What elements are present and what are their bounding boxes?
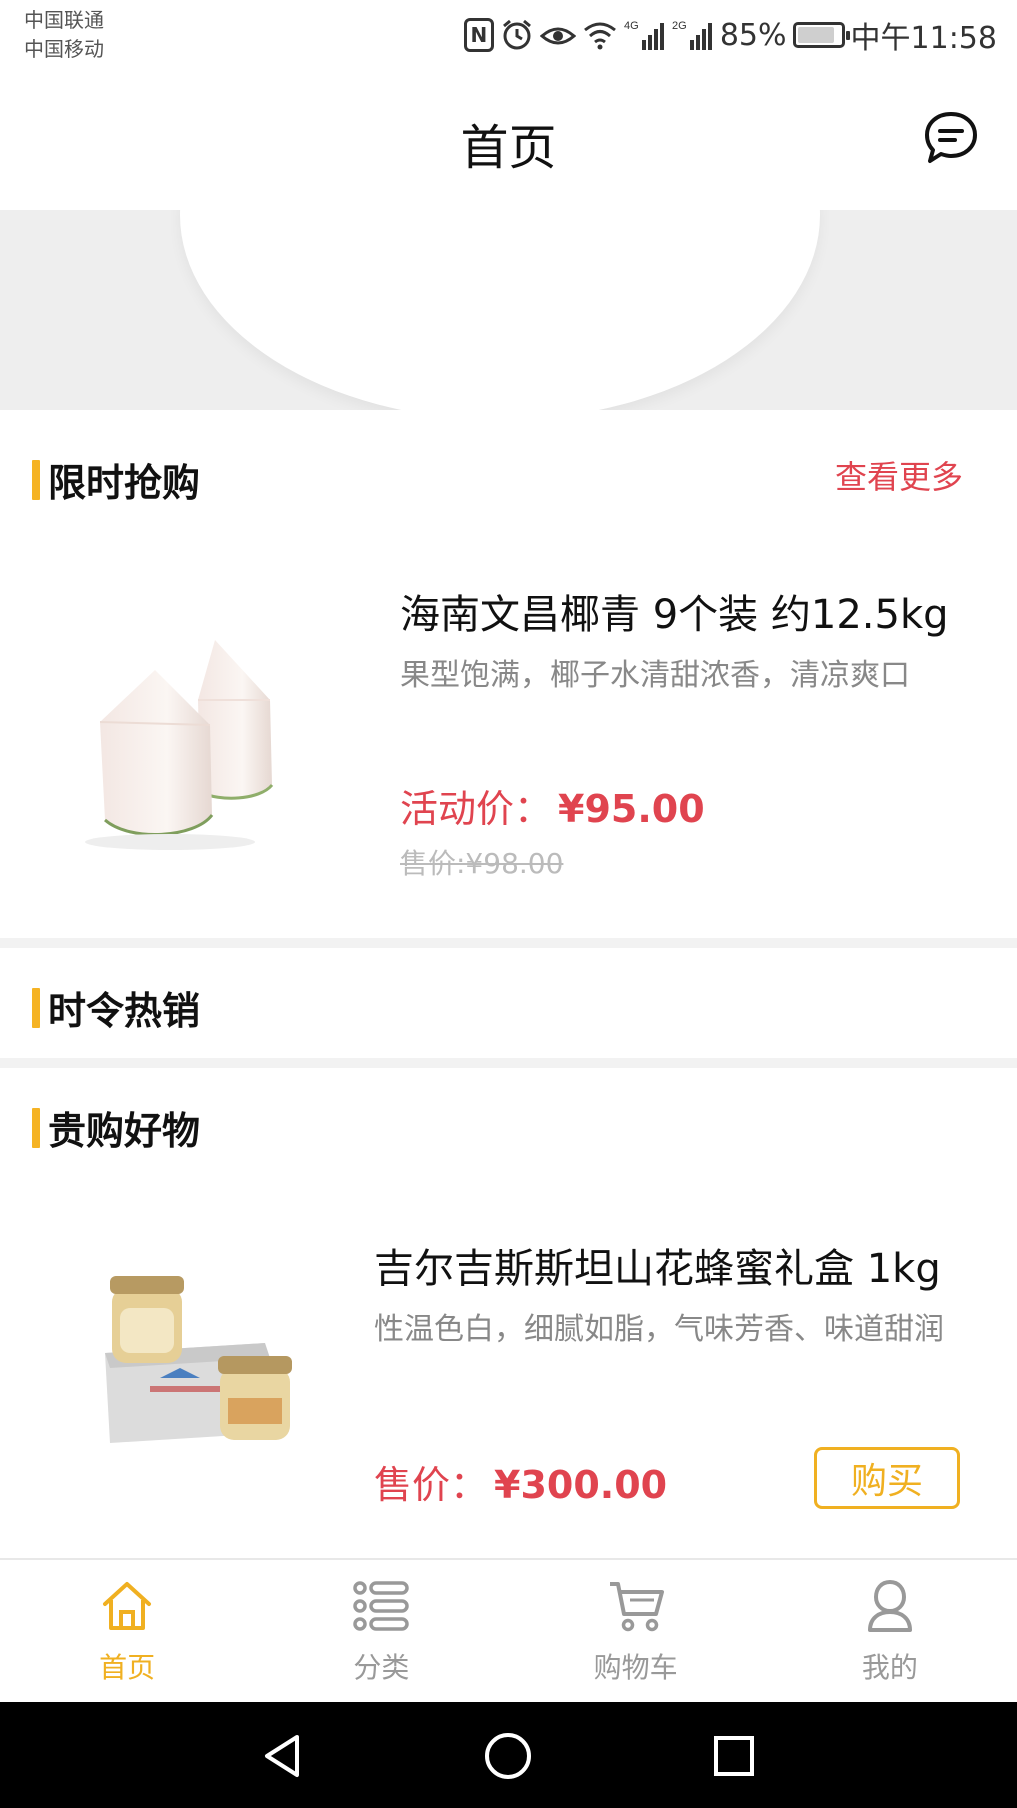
home-icon [95, 1574, 159, 1638]
status-bar: 中国联通 中国移动 N 4G 2G 85% 中午11:58 [0, 0, 1017, 70]
honey-gift-box-image [105, 1276, 292, 1443]
section-accent-bar [32, 459, 40, 500]
recents-button[interactable] [706, 1728, 762, 1784]
tab-category[interactable]: 分类 [254, 1560, 508, 1702]
original-price: 售价:¥98.00 [400, 847, 564, 880]
tab-mine[interactable]: 我的 [763, 1560, 1017, 1702]
carousel-indicator[interactable] [488, 382, 530, 389]
tab-mine-label: 我的 [861, 1651, 918, 1684]
eye-comfort-icon [539, 20, 576, 50]
cart-icon [604, 1574, 668, 1638]
activity-price: 活动价： ¥95.00 [400, 778, 705, 833]
recents-square-icon [714, 1736, 754, 1776]
nfc-icon: N [463, 18, 494, 52]
system-nav-bar [0, 1702, 1017, 1808]
net-1-label: 4G [624, 20, 639, 32]
bottom-tab-bar: 首页 分类 购物车 我的 [0, 1558, 1017, 1702]
carrier-info: 中国联通 中国移动 [24, 6, 104, 64]
battery-icon [792, 22, 850, 48]
section-accent-bar [32, 1107, 40, 1148]
app-header: 首页 [0, 70, 1017, 210]
product-name: 海南文昌椰青 9个装 约12.5kg [400, 592, 949, 638]
buy-button[interactable]: 购买 [814, 1447, 960, 1509]
flash-sale-title-text: 限时抢购 [48, 461, 201, 505]
alarm-icon [500, 18, 534, 52]
clock: 中午11:58 [850, 21, 997, 56]
back-triangle-icon [265, 1735, 299, 1777]
premium-section: 贵购好物 吉尔吉斯斯坦山花蜂蜜礼盒 1kg 性温色白，细腻如脂，气味芳香、味道甜… [0, 1068, 1017, 1558]
product-name: 吉尔吉斯斯坦山花蜂蜜礼盒 1kg [374, 1246, 941, 1292]
section-accent-bar [32, 987, 40, 1028]
banner-image [180, 210, 820, 410]
message-button[interactable] [921, 108, 981, 168]
tab-category-label: 分类 [353, 1651, 410, 1684]
seasonal-section: 时令热销 [0, 948, 1017, 1058]
category-list-icon [349, 1574, 413, 1638]
banner-carousel[interactable] [0, 210, 1017, 410]
premium-title-text: 贵购好物 [48, 1109, 201, 1153]
chat-bubble-icon [925, 112, 977, 163]
flash-sale-title: 限时抢购 [32, 452, 200, 507]
sale-price: 售价： ¥300.00 [374, 1454, 667, 1509]
section-divider [0, 938, 1017, 948]
signal-4g-icon: 4G [624, 18, 666, 52]
tab-home-label: 首页 [99, 1651, 156, 1684]
battery-fill [797, 27, 834, 43]
status-icons: N 4G 2G 85% 中午11:58 [463, 10, 997, 60]
coconut-product-image [85, 640, 274, 850]
flash-sale-section: 限时抢购 查看更多 海南文昌椰青 9个装 约12.5kg 果型饱满，椰子水清甜浓… [0, 410, 1017, 938]
carrier-1: 中国联通 [24, 8, 104, 32]
page-title: 首页 [460, 120, 557, 176]
premium-title: 贵购好物 [32, 1100, 200, 1155]
carrier-2: 中国移动 [24, 37, 104, 61]
activity-price-value: ¥95.00 [558, 787, 705, 831]
home-circle-icon [485, 1733, 531, 1779]
sale-price-label: 售价： [374, 1463, 489, 1507]
user-icon [858, 1574, 922, 1638]
tab-cart[interactable]: 购物车 [509, 1560, 763, 1702]
section-divider [0, 1058, 1017, 1068]
sale-price-value: ¥300.00 [494, 1463, 668, 1507]
seasonal-title: 时令热销 [32, 980, 200, 1035]
back-button[interactable] [254, 1728, 310, 1784]
net-2-label: 2G [672, 20, 687, 32]
tab-home[interactable]: 首页 [0, 1560, 254, 1702]
wifi-icon [582, 20, 618, 50]
battery-percent: 85% [719, 17, 787, 53]
tab-cart-label: 购物车 [593, 1651, 678, 1684]
app-screen: 中国联通 中国移动 N 4G 2G 85% 中午11:58 首页 限时抢购 查看… [0, 0, 1017, 1808]
product-description: 性温色白，细腻如脂，气味芳香、味道甜润 [374, 1312, 944, 1347]
product-description: 果型饱满，椰子水清甜浓香，清凉爽口 [400, 658, 910, 693]
seasonal-title-text: 时令热销 [48, 989, 201, 1033]
signal-2g-icon: 2G [672, 18, 714, 52]
home-nav-button[interactable] [480, 1728, 536, 1784]
view-more-link[interactable]: 查看更多 [835, 452, 963, 498]
activity-price-label: 活动价： [400, 787, 553, 831]
